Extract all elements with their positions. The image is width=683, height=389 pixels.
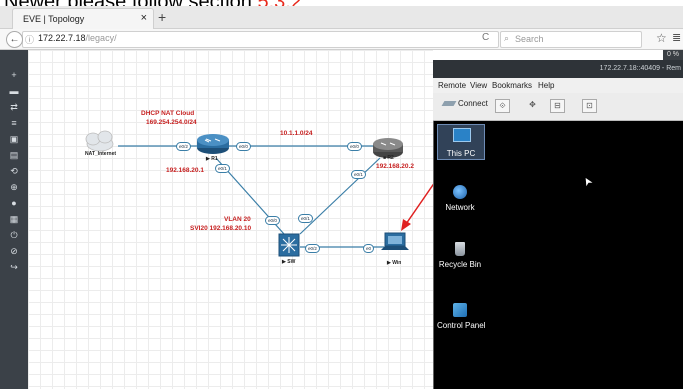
cloud-title-label: DHCP NAT Cloud: [141, 110, 195, 117]
toolbar-window-icon[interactable]: ⊟: [550, 99, 565, 113]
connect-plug-icon: [441, 101, 457, 107]
link-r2-sw: [299, 157, 381, 235]
vlan-label: VLAN 20: [224, 216, 251, 223]
node-r2-label[interactable]: ■ R2: [383, 155, 394, 161]
cloud-subnet-label: 169.254.254.0/24: [146, 119, 197, 126]
network-icon: [453, 185, 467, 199]
cloud-icon: [85, 130, 114, 152]
laptop-win-icon: [381, 232, 409, 250]
desktop-icon-this-pc[interactable]: This PC: [437, 124, 485, 160]
annotation-arrowhead: [401, 219, 411, 231]
remote-menubar: Remote View Bookmarks Help: [433, 78, 683, 93]
remote-window-titlebar[interactable]: 172.22.7.18::40409 - Rem: [433, 60, 683, 78]
desktop-icon-network[interactable]: Network: [437, 185, 483, 212]
switch-sw-icon: [278, 233, 300, 257]
connect-button[interactable]: Connect: [441, 99, 488, 108]
toolbar-fullscreen-icon[interactable]: ⊡: [582, 99, 597, 113]
r1-ip-label: 192.168.20.1: [166, 167, 204, 174]
port-r1-e02: e0/2: [176, 142, 191, 151]
desktop-icon-control-panel[interactable]: Control Panel: [437, 303, 485, 330]
zoom-indicator: 0 %: [663, 50, 683, 60]
control-panel-icon: [453, 303, 467, 317]
port-win-e0: e0: [363, 244, 375, 253]
port-sw-e01: e0/1: [298, 214, 313, 223]
port-r1-e01: e0/1: [215, 164, 230, 173]
r2-ip-label: 192.168.20.2: [376, 163, 414, 170]
menu-remote[interactable]: Remote: [438, 81, 466, 90]
node-sw-label[interactable]: ▶ SW: [282, 259, 295, 265]
r1-r2-subnet-label: 10.1.1.0/24: [280, 130, 313, 137]
menu-view[interactable]: View: [470, 81, 487, 90]
port-r2-e00: e0/0: [347, 142, 362, 151]
remote-window-title: 172.22.7.18::40409 - Rem: [599, 65, 681, 72]
router-r1-icon: [197, 134, 229, 154]
node-r1-label[interactable]: ▶ R1: [206, 156, 218, 162]
toolbar-bookmark-icon[interactable]: ⟐: [495, 99, 510, 113]
recycle-bin-icon: [455, 242, 465, 256]
port-r2-e01: e0/1: [351, 170, 366, 179]
menu-help[interactable]: Help: [538, 81, 554, 90]
svi-label: SVI20 192.168.20.10: [190, 225, 252, 232]
port-r1-e00: e0/0: [236, 142, 251, 151]
this-pc-icon: [453, 128, 471, 142]
menu-bookmarks[interactable]: Bookmarks: [492, 81, 532, 90]
node-nat-internet-label[interactable]: NAT_Internet: [85, 151, 116, 157]
port-sw-e02: e0/2: [305, 244, 320, 253]
toolbar-move-icon[interactable]: ✥: [526, 99, 539, 111]
port-sw-e00: e0/0: [265, 216, 280, 225]
desktop-icon-recycle-bin[interactable]: Recycle Bin: [437, 242, 483, 269]
node-win-label[interactable]: ▶ Win: [387, 260, 401, 266]
